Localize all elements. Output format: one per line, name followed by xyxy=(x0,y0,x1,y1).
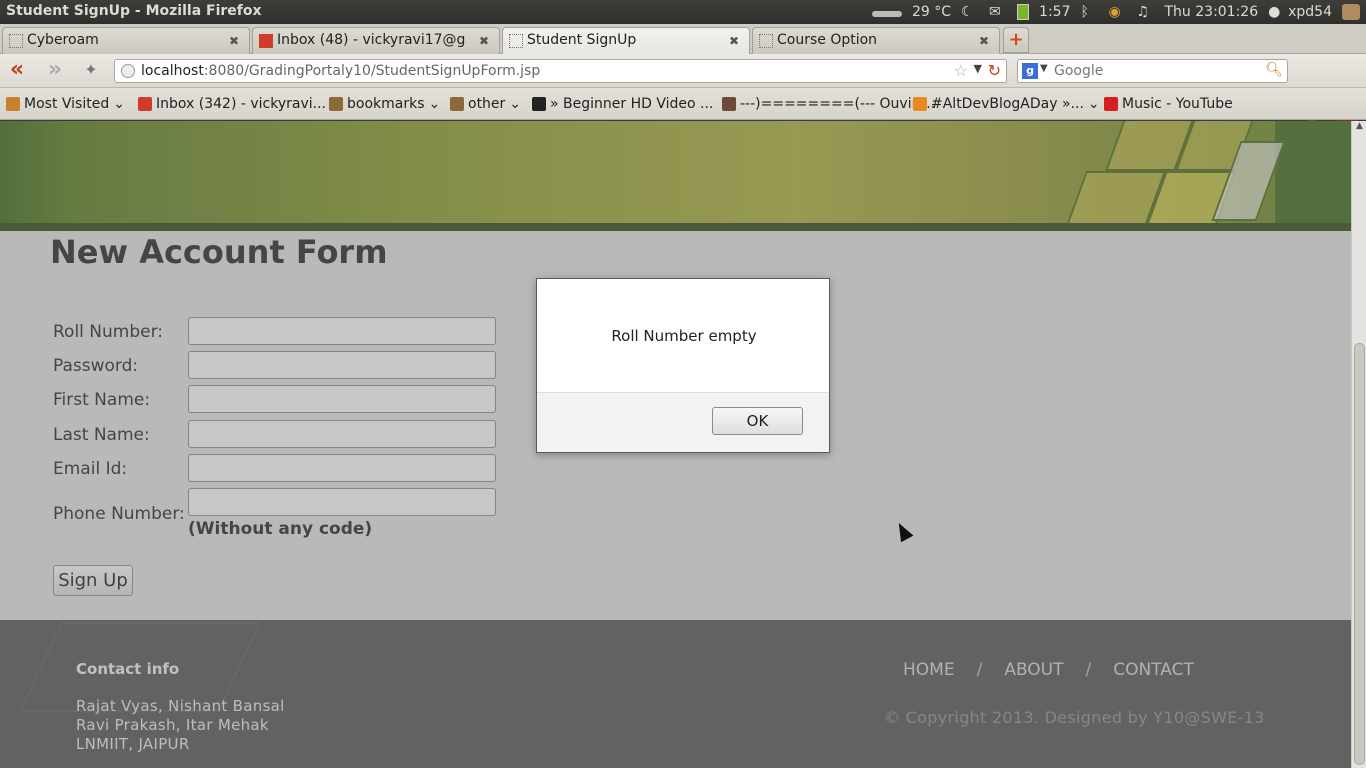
search-engine-icon[interactable]: g xyxy=(1022,63,1038,79)
cloud-icon xyxy=(872,11,902,17)
gmail-icon xyxy=(259,34,273,48)
scroll-up-icon[interactable]: ▲ xyxy=(1354,121,1365,135)
bookmark-bookmarks[interactable]: bookmarks ⌄ xyxy=(329,96,440,112)
bookmark-altdevblog[interactable]: #AltDevBlogADay »... ⌄ xyxy=(913,96,1100,112)
gmail-icon xyxy=(138,97,152,111)
tab-course-option[interactable]: Course Option ✖ xyxy=(752,27,1000,54)
tab-label: Student SignUp xyxy=(527,32,637,48)
back-button[interactable]: « xyxy=(4,58,30,84)
close-tab-icon[interactable]: ✖ xyxy=(229,34,241,48)
folder-icon xyxy=(6,97,20,111)
url-bar[interactable]: localhost:8080/GradingPortaly10/StudentS… xyxy=(114,59,1007,83)
page-icon xyxy=(759,34,773,48)
network-icon[interactable]: ◉ xyxy=(1109,4,1127,20)
tab-student-signup[interactable]: Student SignUp ✖ xyxy=(502,27,750,55)
username[interactable]: xpd54 xyxy=(1288,4,1332,20)
ok-button[interactable]: OK xyxy=(712,407,803,435)
chevron-down-icon: ⌄ xyxy=(509,96,522,112)
folder-icon xyxy=(450,97,464,111)
chevron-down-icon: ⌄ xyxy=(113,96,125,112)
tab-cyberoam[interactable]: Cyberoam ✖ xyxy=(2,27,250,54)
history-icon[interactable]: ✦ xyxy=(78,58,104,84)
battery-icon[interactable] xyxy=(1017,4,1030,20)
close-tab-icon[interactable]: ✖ xyxy=(729,34,741,48)
chevron-down-icon[interactable]: ▼ xyxy=(1040,63,1048,74)
forward-button[interactable]: » xyxy=(42,58,68,84)
weather-text[interactable]: 29 °C xyxy=(912,4,951,20)
session-icon[interactable] xyxy=(1342,4,1360,20)
battery-time[interactable]: 1:57 xyxy=(1039,4,1070,20)
bookmark-other[interactable]: other ⌄ xyxy=(450,96,521,112)
chevron-down-icon: ⌄ xyxy=(1087,96,1100,112)
tab-label: Cyberoam xyxy=(27,32,99,48)
tab-inbox[interactable]: Inbox (48) - vickyravi17@g... ✖ xyxy=(252,27,500,54)
url-text[interactable]: localhost:8080/GradingPortaly10/StudentS… xyxy=(141,63,540,79)
bookmark-youtube[interactable]: Music - YouTube xyxy=(1104,96,1233,112)
alert-message: Roll Number empty xyxy=(611,327,757,345)
scrollbar[interactable]: ▲ xyxy=(1351,121,1366,768)
close-tab-icon[interactable]: ✖ xyxy=(979,34,991,48)
globe-icon xyxy=(121,64,135,78)
search-input[interactable] xyxy=(1054,62,1264,80)
user-icon[interactable]: ● xyxy=(1268,4,1280,20)
scrollbar-thumb[interactable] xyxy=(1354,343,1365,765)
tab-strip: Cyberoam ✖ Inbox (48) - vickyravi17@g...… xyxy=(0,24,1366,55)
window-title: Student SignUp - Mozilla Firefox xyxy=(6,3,262,19)
bookmark-beginner-hd[interactable]: » Beginner HD Video ... xyxy=(532,96,713,112)
page-icon xyxy=(509,34,523,48)
clock[interactable]: Thu 23:01:26 xyxy=(1165,4,1259,20)
close-tab-icon[interactable]: ✖ xyxy=(479,34,491,48)
moon-icon[interactable]: ☾ xyxy=(961,4,979,20)
video-icon xyxy=(532,97,546,111)
url-dropdown-icon[interactable]: ▼ xyxy=(974,62,982,75)
bookmarks-bar: Most Visited ⌄ Inbox (342) - vickyravi...… xyxy=(0,88,1366,120)
system-tray: 29 °C ☾ ✉ 1:57 ᛒ ◉ ♫ Thu 23:01:26 ● xpd5… xyxy=(872,0,1366,24)
reload-icon[interactable]: ↻ xyxy=(988,61,1001,80)
dialog-footer: OK xyxy=(537,392,829,452)
search-bar[interactable]: g ▼ 🔍︎ xyxy=(1017,59,1288,83)
rss-icon xyxy=(913,97,927,111)
new-tab-button[interactable]: + xyxy=(1003,27,1029,53)
bookmark-inbox[interactable]: Inbox (342) - vickyravi... xyxy=(138,96,326,112)
youtube-icon xyxy=(1104,97,1118,111)
chevron-down-icon: ⌄ xyxy=(428,96,441,112)
site-icon xyxy=(722,97,736,111)
mail-icon[interactable]: ✉ xyxy=(989,4,1007,20)
bookmark-ouvir[interactable]: ---)========(--- Ouvir ... xyxy=(722,96,935,112)
bookmark-most-visited[interactable]: Most Visited ⌄ xyxy=(6,96,125,112)
folder-icon xyxy=(329,97,343,111)
system-title-bar: Student SignUp - Mozilla Firefox 29 °C ☾… xyxy=(0,0,1366,24)
bluetooth-icon[interactable]: ᛒ xyxy=(1081,4,1099,20)
navigation-bar: « » ✦ localhost:8080/GradingPortaly10/St… xyxy=(0,54,1366,136)
tab-label: Course Option xyxy=(777,32,878,48)
volume-icon[interactable]: ♫ xyxy=(1137,4,1155,20)
page-icon xyxy=(9,34,23,48)
bookmark-star-icon[interactable]: ☆ xyxy=(954,61,968,80)
tab-label: Inbox (48) - vickyravi17@g... xyxy=(277,32,467,48)
search-icon[interactable]: 🔍︎ xyxy=(1265,62,1283,78)
alert-dialog: Roll Number empty OK xyxy=(536,278,830,453)
